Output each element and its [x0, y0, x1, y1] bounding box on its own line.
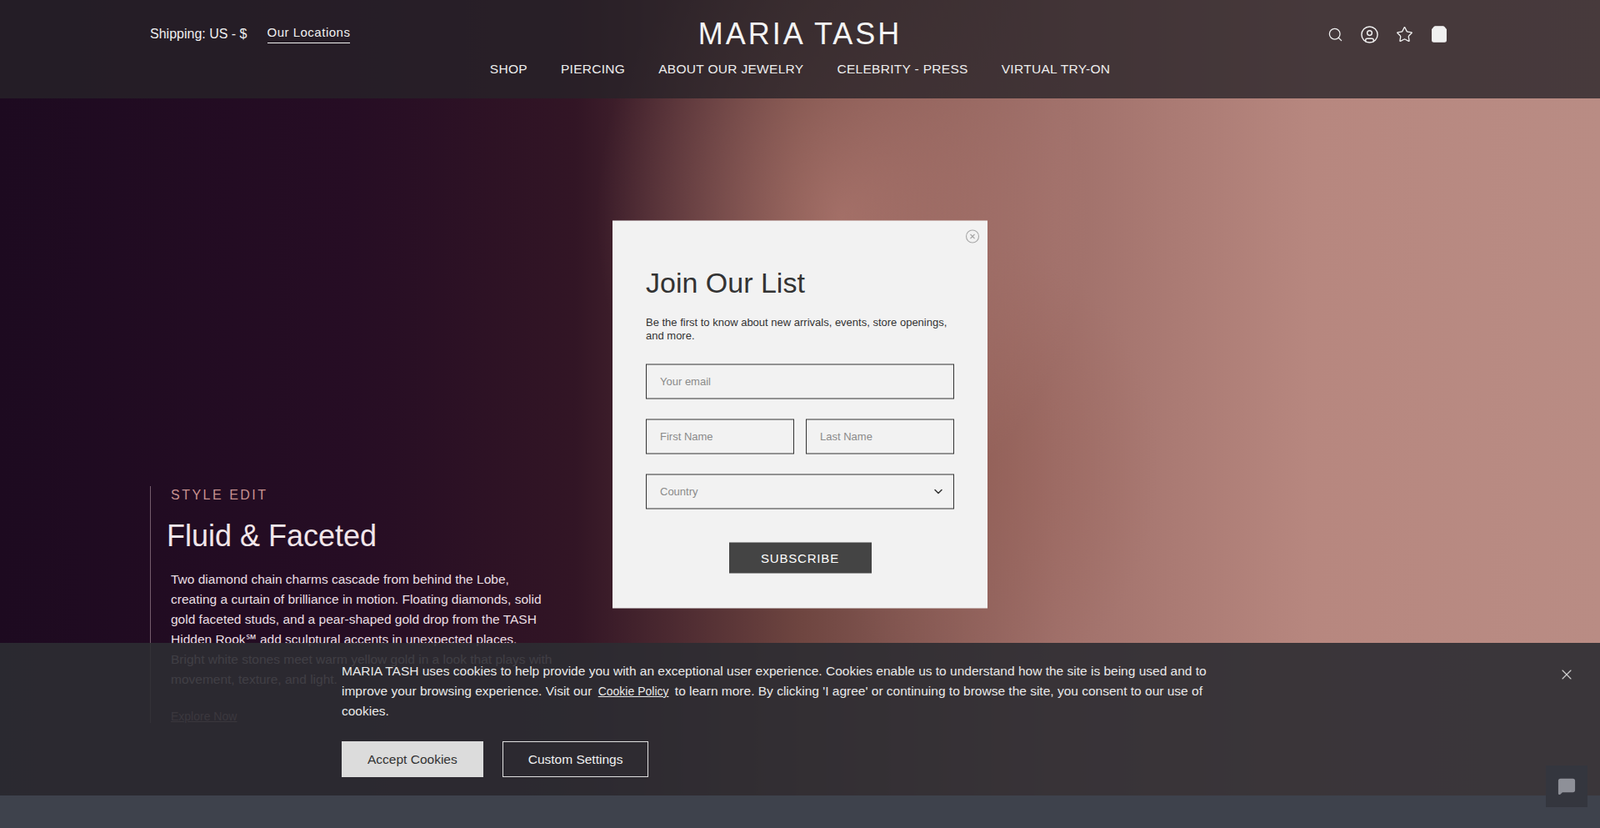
chevron-down-icon — [931, 484, 945, 498]
locations-link[interactable]: Our Locations — [267, 25, 351, 44]
bottom-strip — [0, 795, 1600, 828]
country-select[interactable]: Country — [645, 473, 955, 509]
page: STYLE EDITFluid & FacetedTwo diamond cha… — [0, 0, 1600, 828]
nav-item[interactable]: SHOP — [490, 61, 528, 77]
modal-description: Be the first to know about new arrivals,… — [645, 315, 955, 342]
search-icon[interactable] — [1327, 26, 1344, 43]
close-icon — [965, 228, 980, 244]
nav-item[interactable]: ABOUT OUR JEWELRY — [658, 61, 804, 77]
newsletter-modal: Join Our List Be the first to know about … — [612, 220, 988, 608]
nav-item[interactable]: VIRTUAL TRY-ON — [1001, 61, 1111, 77]
wishlist-icon[interactable] — [1395, 25, 1414, 44]
shipping-selector[interactable]: Shipping: US - $ — [150, 26, 248, 42]
hero-eyebrow: STYLE EDIT — [170, 487, 550, 503]
name-row — [645, 418, 955, 454]
cookie-policy-link[interactable]: Cookie Policy — [598, 684, 670, 698]
header-top-row: Shipping: US - $ Our Locations MARIA TASH — [0, 15, 1600, 54]
header-left: Shipping: US - $ Our Locations — [0, 25, 699, 44]
cookie-button[interactable]: Custom Settings — [502, 740, 650, 777]
cookie-banner: MARIA TASH uses cookies to help provide … — [0, 642, 1600, 795]
chat-icon — [1557, 776, 1576, 795]
hero-title: Fluid & Faceted — [166, 517, 550, 555]
last-name-input[interactable] — [805, 418, 955, 454]
bag-icon[interactable] — [1430, 25, 1449, 44]
cookie-button[interactable]: Accept Cookies — [341, 740, 484, 777]
main-nav: SHOP PIERCING ABOUT OUR JEWELRY CELEBRITY -… — [0, 53, 1600, 89]
cookie-close-button[interactable] — [1556, 664, 1577, 685]
cookie-text: MARIA TASH uses cookies to help provide … — [341, 660, 1225, 721]
header-icons — [901, 25, 1600, 45]
subscribe-button[interactable]: SUBSCRIBE — [729, 541, 872, 573]
nav-item[interactable]: PIERCING — [560, 61, 625, 77]
chat-button[interactable] — [1545, 765, 1588, 807]
cookie-area: MARIA TASH uses cookies to help provide … — [0, 642, 1600, 828]
email-input[interactable] — [645, 363, 955, 399]
account-icon[interactable] — [1360, 25, 1380, 45]
first-name-input[interactable] — [645, 418, 795, 454]
nav-item[interactable]: CELEBRITY - PRESS — [836, 61, 968, 77]
logo[interactable]: MARIA TASH — [698, 16, 903, 52]
cookie-buttons: Accept Cookies Custom Settings — [341, 740, 1484, 777]
header: Shipping: US - $Our LocationsMARIA TASHS… — [0, 0, 1600, 99]
modal-close-button[interactable] — [964, 227, 981, 245]
close-icon — [1558, 665, 1575, 683]
modal-title: Join Our List — [645, 265, 955, 299]
